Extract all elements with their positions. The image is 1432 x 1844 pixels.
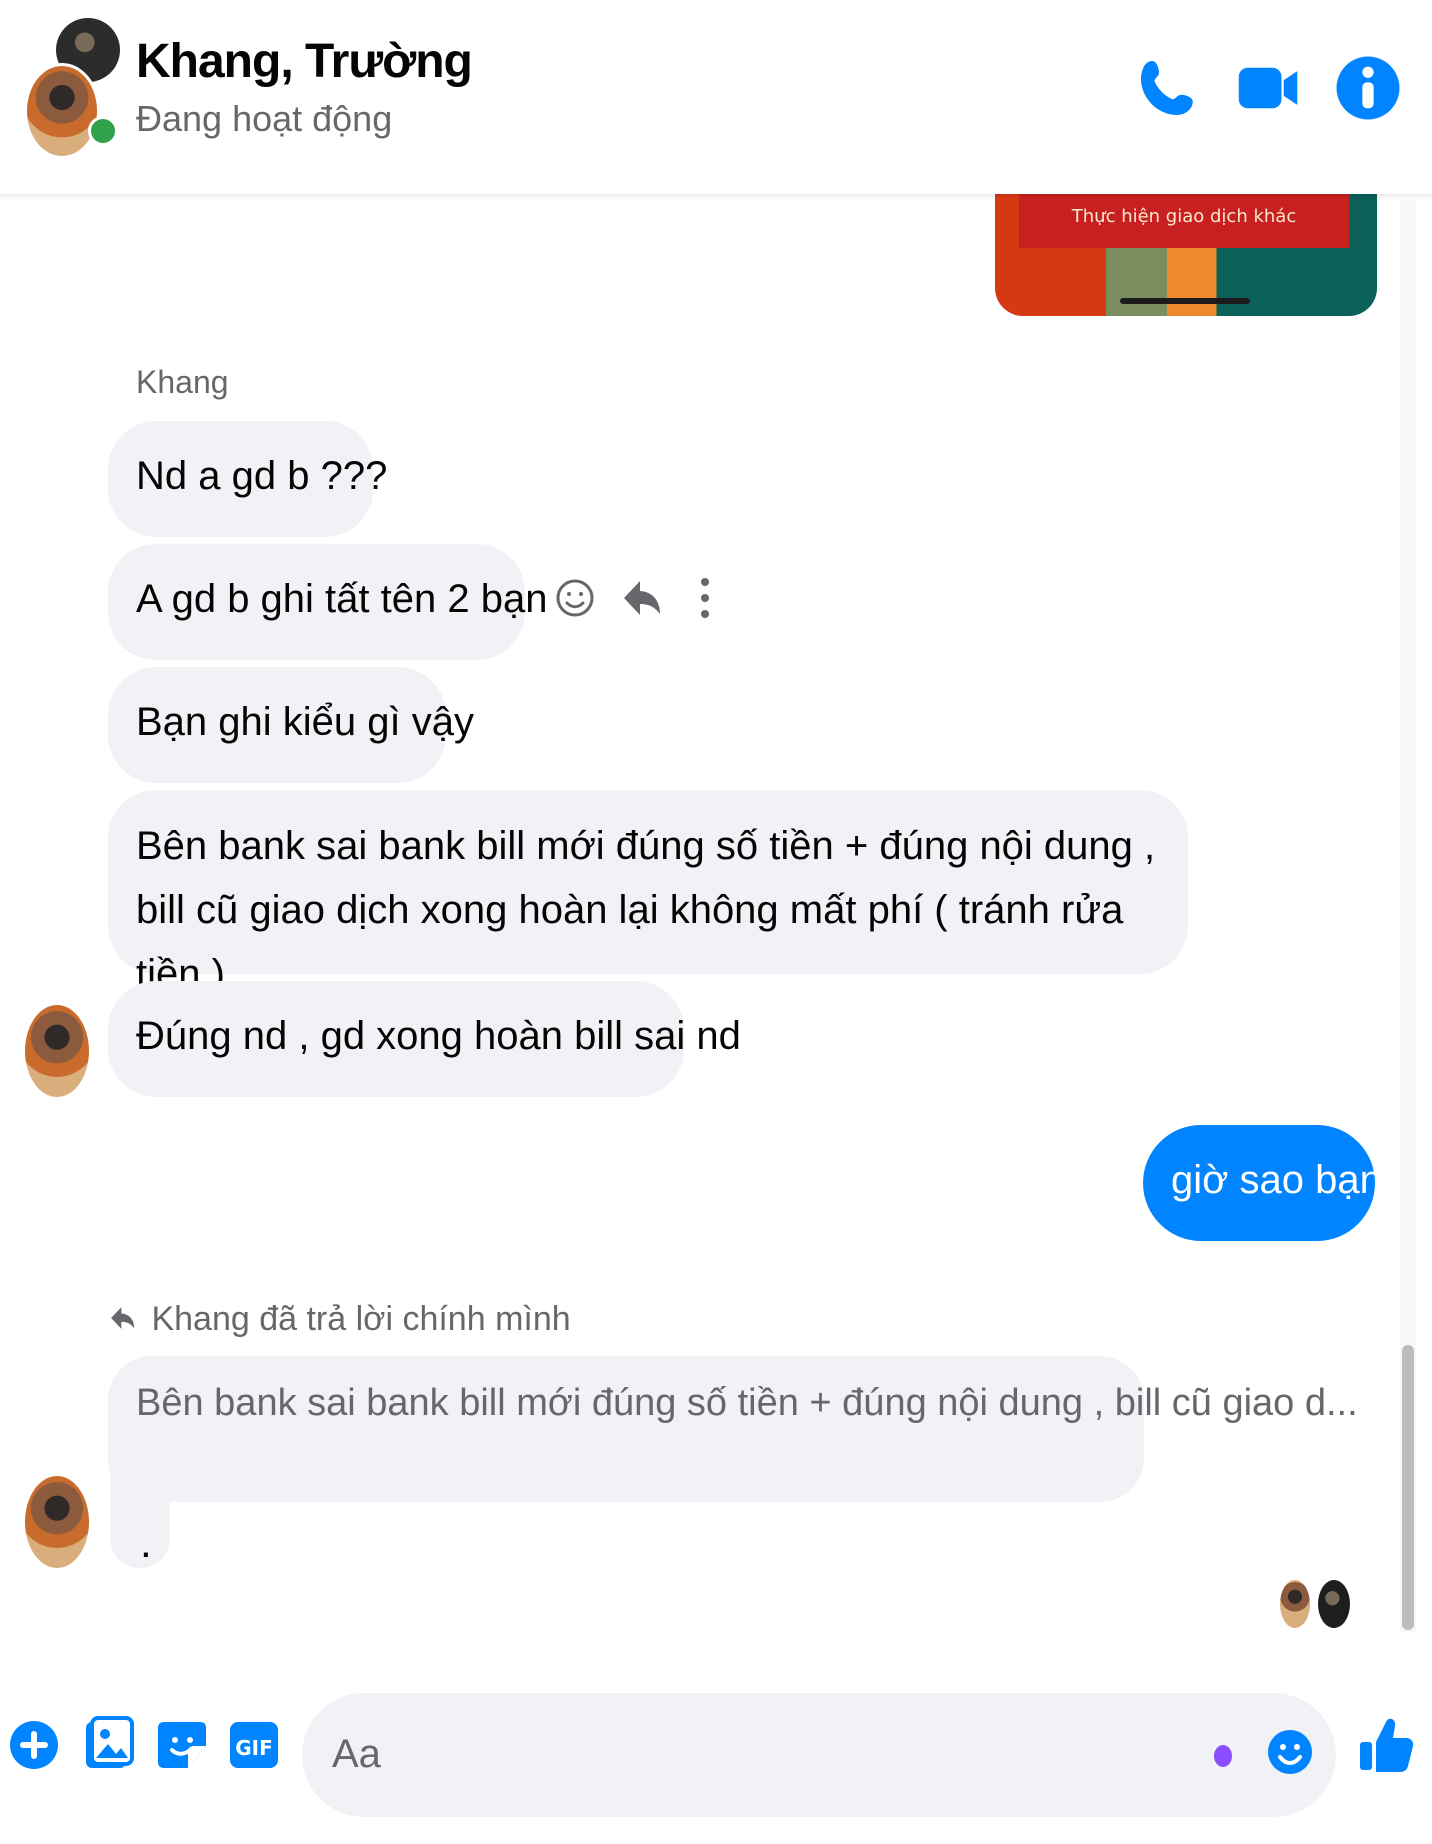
shared-transaction-image[interactable]: Thực hiện giao dịch khác <box>995 190 1377 316</box>
reply-context-text: Khang đã trả lời chính mình <box>151 1300 571 1338</box>
video-camera-icon[interactable] <box>1232 52 1304 124</box>
contact-avatar-group[interactable] <box>24 18 124 159</box>
reply-message[interactable]: . <box>110 1452 170 1568</box>
reply-arrow-icon[interactable] <box>616 573 666 623</box>
incoming-message[interactable]: A gd b ghi tất tên 2 bạn <box>108 544 547 660</box>
info-icon[interactable] <box>1332 52 1404 124</box>
active-indicator-dot <box>1214 1745 1232 1767</box>
shared-card-home-indicator <box>1120 298 1250 304</box>
react-smiley-icon[interactable] <box>550 573 600 623</box>
add-icon[interactable] <box>6 1710 62 1780</box>
seen-receipts <box>1280 1580 1350 1628</box>
gif-icon[interactable]: GIF <box>226 1710 282 1780</box>
like-icon[interactable] <box>1356 1710 1416 1780</box>
message-input-container[interactable] <box>302 1693 1336 1817</box>
sender-avatar[interactable] <box>25 1005 89 1097</box>
contact-avatar-primary <box>24 63 100 159</box>
seen-avatar <box>1318 1580 1350 1628</box>
quoted-message[interactable]: Bên bank sai bank bill mới đúng số tiền … <box>108 1356 1358 1502</box>
incoming-message[interactable]: Bạn ghi kiểu gì vậy <box>108 667 474 783</box>
sticker-icon[interactable] <box>154 1710 210 1780</box>
contact-name[interactable]: Khang, Trường <box>136 34 473 89</box>
contact-status: Đang hoạt động <box>136 98 393 139</box>
sender-avatar[interactable] <box>25 1476 89 1568</box>
reply-message-text: . <box>140 1519 152 1566</box>
gif-label: GIF <box>235 1736 273 1760</box>
incoming-message[interactable]: Bên bank sai bank bill mới đúng số tiền … <box>108 790 1188 996</box>
more-options-icon[interactable] <box>680 573 730 623</box>
online-status-dot <box>88 116 118 146</box>
emoji-icon[interactable] <box>1266 1719 1314 1785</box>
seen-avatar <box>1280 1580 1310 1628</box>
message-input[interactable] <box>330 1713 1194 1795</box>
reply-context-header: Khang đã trả lời chính mình <box>106 1300 571 1344</box>
message-scrollbar-thumb[interactable] <box>1402 1345 1414 1630</box>
conversation-header: Khang, Trường Đang hoạt động <box>0 0 1432 194</box>
message-sender-name: Khang <box>136 364 229 400</box>
message-composer: GIF <box>0 1680 1432 1844</box>
outgoing-message[interactable]: giờ sao bạn <box>1143 1125 1382 1241</box>
photo-icon[interactable] <box>80 1710 136 1780</box>
shared-card-banner: Thực hiện giao dịch khác <box>1019 190 1349 248</box>
incoming-message[interactable]: Nd a gd b ??? <box>108 421 387 537</box>
incoming-message[interactable]: Đúng nd , gd xong hoàn bill sai nd <box>108 981 741 1097</box>
phone-icon[interactable] <box>1132 52 1204 124</box>
message-scrollbar[interactable] <box>1400 200 1416 1632</box>
reply-arrow-icon <box>111 1307 135 1329</box>
